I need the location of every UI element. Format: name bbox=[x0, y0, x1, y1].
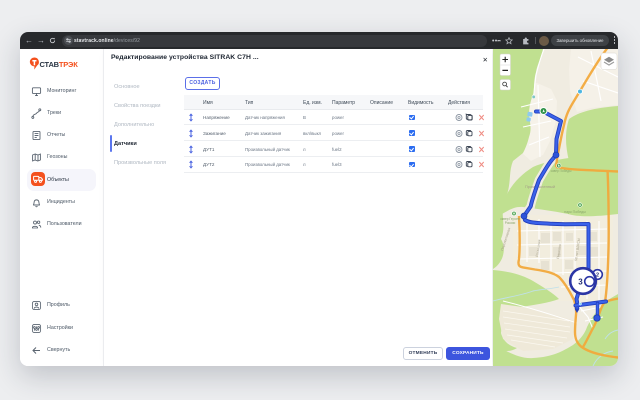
svg-text:России: России bbox=[505, 221, 516, 225]
svg-text:парк Победы: парк Победы bbox=[564, 210, 586, 214]
svg-text:сквер Победы: сквер Победы bbox=[551, 169, 572, 173]
svg-text:Промышленный: Промышленный bbox=[525, 184, 555, 189]
svg-text:3: 3 bbox=[578, 278, 583, 287]
